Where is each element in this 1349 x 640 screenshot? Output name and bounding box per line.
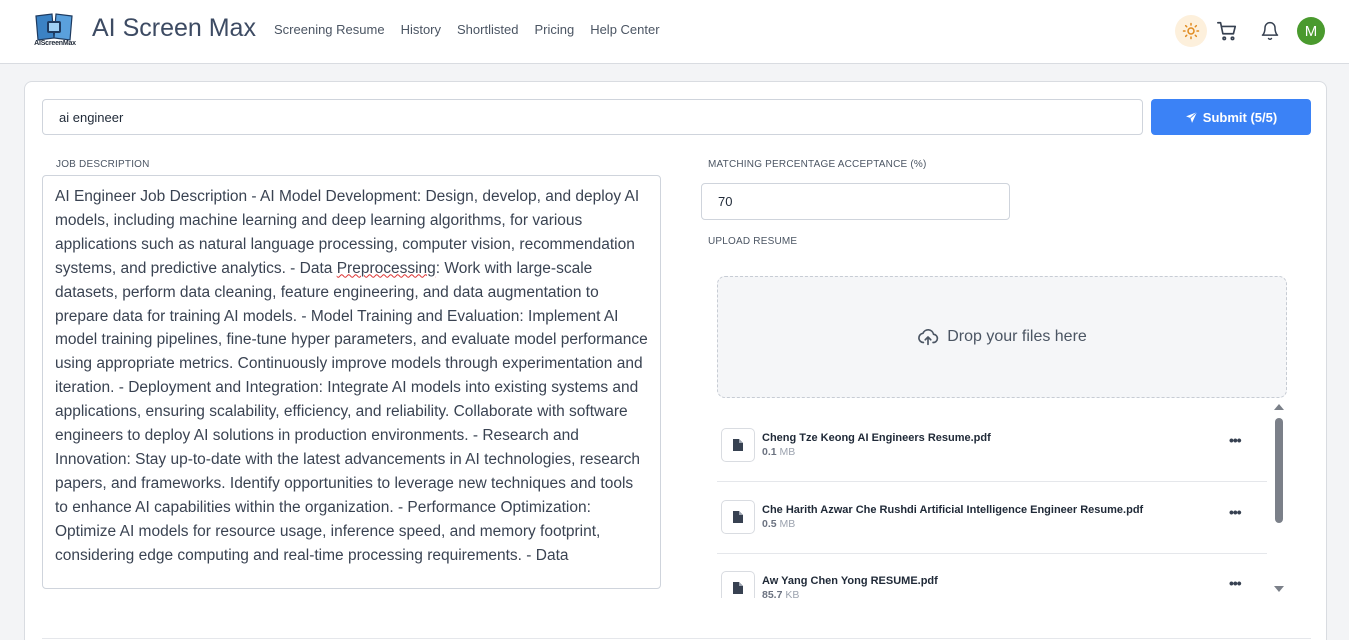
file-size: 85.7 KB: [762, 589, 800, 598]
file-list-scrollbar[interactable]: [1272, 402, 1286, 594]
nav-shortlisted[interactable]: Shortlisted: [457, 22, 518, 37]
more-dots-icon[interactable]: •••: [1229, 575, 1242, 591]
cart-icon[interactable]: [1216, 20, 1238, 42]
submit-button-label: Submit (5/5): [1202, 109, 1278, 125]
job-title-input[interactable]: [42, 99, 1143, 135]
top-header: AIScreenMax AI Screen Max Screening Resu…: [0, 0, 1349, 64]
sun-icon: [1182, 22, 1200, 40]
matching-percentage-input[interactable]: [701, 183, 1010, 220]
file-size: 0.1 MB: [762, 446, 796, 458]
file-name: Aw Yang Chen Yong RESUME.pdf: [762, 575, 938, 587]
scroll-down-arrow[interactable]: [1274, 586, 1284, 592]
file-size: 0.5 MB: [762, 518, 796, 530]
nav-pricing[interactable]: Pricing: [534, 22, 574, 37]
submit-button[interactable]: Submit (5/5): [1151, 99, 1311, 135]
more-dots-icon[interactable]: •••: [1229, 504, 1242, 520]
nav-screening-resume[interactable]: Screening Resume: [274, 22, 385, 37]
file-icon: [721, 571, 755, 598]
avatar[interactable]: M: [1297, 17, 1325, 45]
file-icon: [721, 428, 755, 462]
upload-resume-label: UPLOAD RESUME: [708, 236, 798, 247]
jd-text-misspelled: Preprocessing: [336, 259, 436, 277]
file-name: Che Harith Azwar Che Rushdi Artificial I…: [762, 504, 1144, 516]
main-nav: Screening Resume History Shortlisted Pri…: [274, 22, 660, 37]
nav-help-center[interactable]: Help Center: [590, 22, 659, 37]
theme-toggle-button[interactable]: [1175, 15, 1207, 47]
uploaded-file-list: Cheng Tze Keong AI Engineers Resume.pdf …: [717, 412, 1267, 598]
divider: [717, 481, 1267, 482]
file-dropzone[interactable]: Drop your files here: [717, 276, 1287, 398]
matching-percentage-label: MATCHING PERCENTAGE ACCEPTANCE (%): [708, 159, 927, 170]
more-dots-icon[interactable]: •••: [1229, 432, 1242, 448]
upload-cloud-icon: [918, 329, 939, 346]
scroll-up-arrow[interactable]: [1274, 404, 1284, 410]
list-item: Cheng Tze Keong AI Engineers Resume.pdf …: [717, 412, 1267, 482]
file-name: Cheng Tze Keong AI Engineers Resume.pdf: [762, 432, 991, 444]
divider: [42, 638, 1311, 639]
scroll-thumb[interactable]: [1275, 418, 1283, 523]
job-description-label: JOB DESCRIPTION: [56, 159, 150, 170]
bell-icon[interactable]: [1259, 20, 1281, 42]
paper-plane-icon: [1185, 111, 1197, 123]
logo-text: AIScreenMax: [34, 40, 76, 47]
list-item: Aw Yang Chen Yong RESUME.pdf 85.7 KB •••: [717, 555, 1267, 598]
dropzone-text: Drop your files here: [947, 328, 1087, 345]
brand-title[interactable]: AI Screen Max: [92, 14, 256, 43]
screening-form-card: Submit (5/5) JOB DESCRIPTION AI Engineer…: [24, 81, 1327, 640]
jd-text-part-2: : Work with large-scale datasets, perfor…: [55, 259, 648, 564]
file-icon: [721, 500, 755, 534]
nav-history[interactable]: History: [401, 22, 441, 37]
list-item: Che Harith Azwar Che Rushdi Artificial I…: [717, 484, 1267, 554]
job-description-textarea[interactable]: AI Engineer Job Description - AI Model D…: [42, 175, 661, 589]
divider: [717, 553, 1267, 554]
